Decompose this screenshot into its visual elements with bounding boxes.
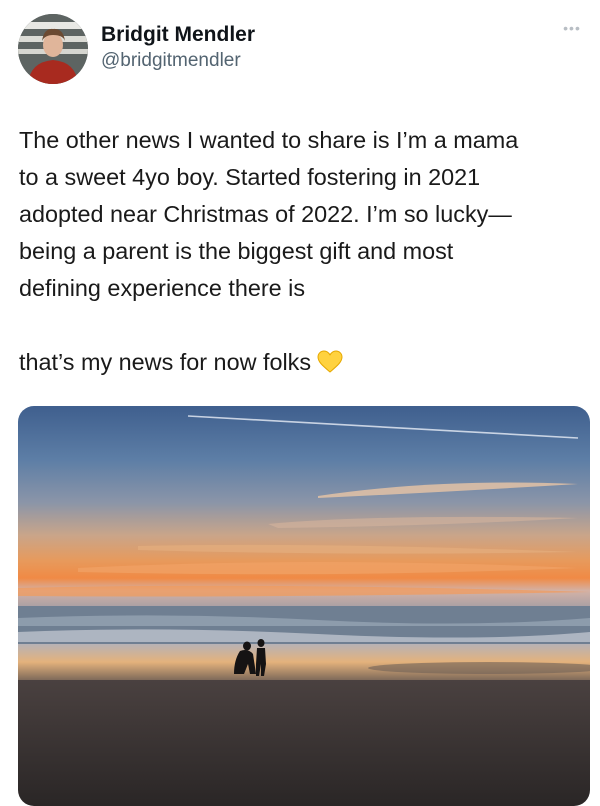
tweet-line: adopted near Christmas of 2022. I’m so l… bbox=[19, 201, 512, 227]
tweet-line: The other news I wanted to share is I’m … bbox=[19, 127, 519, 153]
tweet-line: that’s my news for now folks bbox=[19, 349, 312, 375]
avatar[interactable] bbox=[18, 14, 88, 84]
sunset-beach-photo[interactable] bbox=[18, 406, 590, 806]
tweet-line: defining experience there is bbox=[19, 275, 306, 301]
profile-avatar-icon bbox=[18, 14, 88, 84]
photo-image bbox=[18, 406, 590, 806]
tweet-line: being a parent is the biggest gift and m… bbox=[19, 238, 454, 264]
tweet-line: to a sweet 4yo boy. Started fostering in… bbox=[19, 164, 481, 190]
yellow-heart-icon bbox=[317, 350, 343, 373]
tweet-header: Bridgit Mendler @bridgitmendler ••• bbox=[0, 0, 600, 100]
display-name[interactable]: Bridgit Mendler bbox=[101, 22, 255, 48]
tweet-text: The other news I wanted to share is I’m … bbox=[19, 122, 589, 381]
user-handle[interactable]: @bridgitmendler bbox=[101, 48, 255, 74]
ellipsis-icon[interactable]: ••• bbox=[558, 20, 586, 36]
tweet-paragraph: The other news I wanted to share is I’m … bbox=[19, 122, 589, 307]
tweet-paragraph: that’s my news for now folks bbox=[19, 344, 589, 381]
